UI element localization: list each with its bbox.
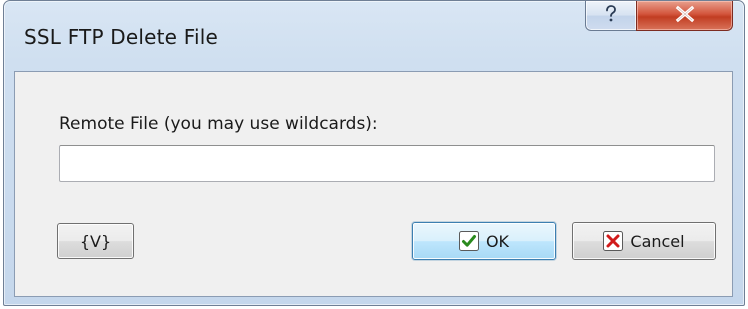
cancel-button[interactable]: Cancel (572, 222, 716, 260)
check-icon (458, 231, 479, 251)
cancel-button-label: Cancel (630, 231, 685, 251)
title-bar[interactable]: SSL FTP Delete File (4, 1, 744, 71)
ok-button-label: OK (485, 231, 510, 251)
ok-button[interactable]: OK (412, 222, 556, 260)
close-button[interactable] (636, 1, 733, 31)
dialog-content: Remote File (you may use wildcards): {V}… (14, 71, 733, 297)
question-mark-icon (602, 4, 620, 28)
close-icon (674, 5, 696, 27)
dialog-window: SSL FTP Delete File Remote File (you may… (3, 0, 745, 306)
remote-file-label: Remote File (you may use wildcards): (59, 114, 378, 134)
help-button[interactable] (585, 1, 637, 31)
remote-file-input[interactable] (59, 145, 715, 182)
window-title: SSL FTP Delete File (24, 25, 219, 49)
variables-button[interactable]: {V} (57, 223, 134, 259)
x-icon (603, 231, 624, 251)
variables-button-label: {V} (79, 231, 112, 251)
